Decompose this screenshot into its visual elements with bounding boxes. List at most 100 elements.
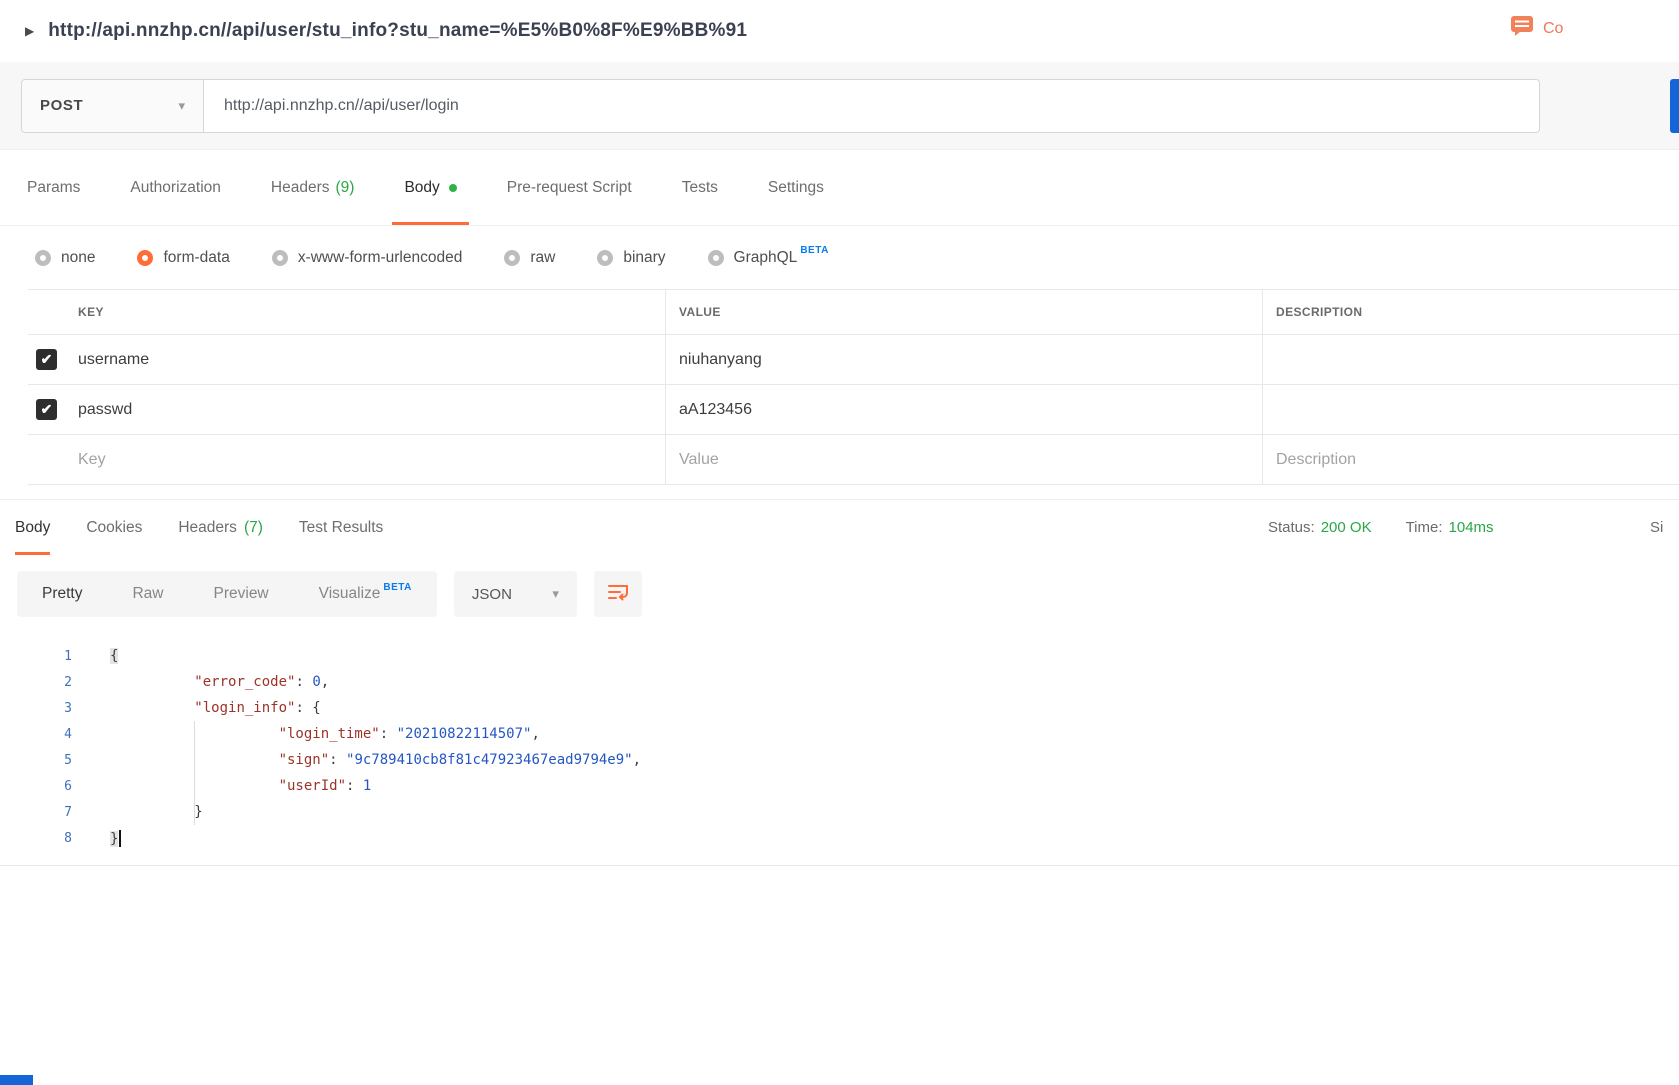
key-placeholder[interactable]: Key <box>65 435 665 484</box>
line-number: 8 <box>64 830 72 846</box>
request-tabs: Params Authorization Headers (9) Body Pre-req… <box>0 150 1679 226</box>
method-select[interactable]: POST ▾ <box>21 78 204 133</box>
tab-authorization[interactable]: Authorization <box>130 150 220 225</box>
tab-settings[interactable]: Settings <box>768 150 824 225</box>
description-column-header: DESCRIPTION <box>1262 290 1679 334</box>
body-type-none[interactable]: none <box>35 249 95 267</box>
tab-label: Test Results <box>298 518 384 536</box>
request-titlebar: ▶ http://api.nnzhp.cn//api/user/stu_info… <box>0 0 1679 62</box>
body-type-x-www-form-urlencoded[interactable]: x-www-form-urlencoded <box>271 248 463 267</box>
body-type-form-data[interactable]: form-data <box>137 249 230 267</box>
key-cell[interactable]: username <box>65 335 665 384</box>
wrap-text-icon <box>607 581 629 608</box>
table-row-placeholder[interactable]: Key Value Description <box>28 435 1679 485</box>
response-toolbar: Pretty Raw Preview Visualize BETA JSON ▾ <box>0 571 1679 617</box>
description-placeholder[interactable]: Description <box>1262 435 1679 484</box>
key-cell[interactable]: passwd <box>65 385 665 434</box>
view-tab-label: Pretty <box>42 585 83 602</box>
view-tab-visualize[interactable]: Visualize BETA <box>318 582 412 603</box>
radio-icon <box>707 249 724 266</box>
tab-body[interactable]: Body <box>392 150 470 225</box>
tab-label: Tests <box>681 178 718 196</box>
method-label: POST <box>40 97 84 114</box>
response-tabs: Body Cookies Headers (7) Test Results <box>15 500 419 555</box>
chevron-down-icon: ▾ <box>178 97 185 113</box>
table-row[interactable]: ✔ passwd aA123456 <box>28 385 1679 435</box>
body-type-label: none <box>61 248 96 266</box>
tab-count: (9) <box>335 178 355 196</box>
chevron-down-icon: ▾ <box>552 586 559 601</box>
response-tab-test-results[interactable]: Test Results <box>299 500 383 555</box>
value-cell[interactable]: aA123456 <box>665 385 1262 434</box>
body-type-raw[interactable]: raw <box>504 249 555 267</box>
text-cursor <box>119 829 122 847</box>
comments-icon[interactable] <box>1510 15 1534 42</box>
view-tab-pretty[interactable]: Pretty <box>42 585 82 603</box>
view-tab-label: Preview <box>213 585 269 602</box>
line-number: 2 <box>64 674 72 690</box>
view-tab-raw[interactable]: Raw <box>132 585 163 603</box>
response-tab-body[interactable]: Body <box>15 500 51 555</box>
body-type-binary[interactable]: binary <box>597 248 666 267</box>
tab-pre-request-script[interactable]: Pre-request Script <box>507 150 632 225</box>
tab-count: (7) <box>243 518 263 536</box>
response-tab-cookies[interactable]: Cookies <box>86 500 142 555</box>
radio-icon <box>35 249 51 266</box>
code-line: 4 "login_time": "20210822114507", <box>0 721 1679 747</box>
description-cell[interactable] <box>1262 385 1679 434</box>
line-number: 4 <box>64 726 72 742</box>
tab-label: Cookies <box>86 518 143 536</box>
tab-label: Settings <box>767 178 824 196</box>
value-placeholder[interactable]: Value <box>665 435 1262 484</box>
radio-icon <box>271 249 288 266</box>
row-checkbox[interactable]: ✔ <box>36 399 57 420</box>
response-tab-headers[interactable]: Headers (7) <box>178 500 263 555</box>
body-type-label: x-www-form-urlencoded <box>297 248 463 266</box>
status-value[interactable]: 200 OK <box>1321 519 1372 536</box>
tab-label: Body <box>15 518 51 536</box>
response-format-select[interactable]: JSON ▾ <box>453 571 577 617</box>
description-cell[interactable] <box>1262 335 1679 384</box>
format-value: JSON <box>471 585 512 603</box>
radio-icon <box>597 249 614 266</box>
code-line: 7 } <box>0 799 1679 825</box>
indent-guide <box>194 721 195 825</box>
view-tab-label: Visualize <box>318 585 381 602</box>
line-number: 7 <box>64 804 72 820</box>
tab-label: Authorization <box>130 178 221 196</box>
response-body-editor[interactable]: 1{2 "error_code": 0, 3 "login_info": {4 "… <box>0 637 1679 866</box>
value-cell[interactable]: niuhanyang <box>665 335 1262 384</box>
collapse-arrow-icon[interactable]: ▶ <box>25 24 34 38</box>
code-line: 3 "login_info": { <box>0 695 1679 721</box>
response-view-switcher: Pretty Raw Preview Visualize BETA <box>17 571 437 617</box>
code-line: 2 "error_code": 0, <box>0 669 1679 695</box>
tab-label: Params <box>27 178 81 196</box>
body-type-selector: none form-data x-www-form-urlencoded raw bin… <box>0 226 1679 289</box>
tab-label: Headers <box>178 518 237 536</box>
view-tab-preview[interactable]: Preview <box>214 585 269 603</box>
tab-params[interactable]: Params <box>27 150 80 225</box>
body-type-label: raw <box>530 248 556 266</box>
wrap-text-button[interactable] <box>593 571 642 617</box>
value-column-header: VALUE <box>665 290 1262 334</box>
checkbox-column-header <box>28 290 65 334</box>
code-line: 6 "userId": 1 <box>0 773 1679 799</box>
time-value[interactable]: 104ms <box>1449 519 1494 536</box>
table-row[interactable]: ✔ username niuhanyang <box>28 335 1679 385</box>
request-url-bar: POST ▾ http://api.nnzhp.cn//api/user/log… <box>0 62 1679 150</box>
code-line: 8} <box>0 825 1679 851</box>
body-type-label: binary <box>623 248 666 266</box>
url-value: http://api.nnzhp.cn//api/user/login <box>224 96 459 114</box>
tab-headers[interactable]: Headers (9) <box>271 150 355 225</box>
table-header-row: KEY VALUE DESCRIPTION <box>28 289 1679 335</box>
url-input[interactable]: http://api.nnzhp.cn//api/user/login <box>204 78 1540 133</box>
comments-label[interactable]: Co <box>1543 20 1563 38</box>
body-type-label: GraphQL <box>733 248 798 266</box>
tab-tests[interactable]: Tests <box>682 150 718 225</box>
row-checkbox[interactable]: ✔ <box>36 349 57 370</box>
send-button[interactable] <box>1670 79 1679 133</box>
code-line: 5 "sign": "9c789410cb8f81c47923467ead979… <box>0 747 1679 773</box>
body-type-graphql[interactable]: GraphQL BETA <box>707 245 829 267</box>
radio-icon <box>137 249 154 266</box>
size-label-partial: Si <box>1650 519 1664 536</box>
